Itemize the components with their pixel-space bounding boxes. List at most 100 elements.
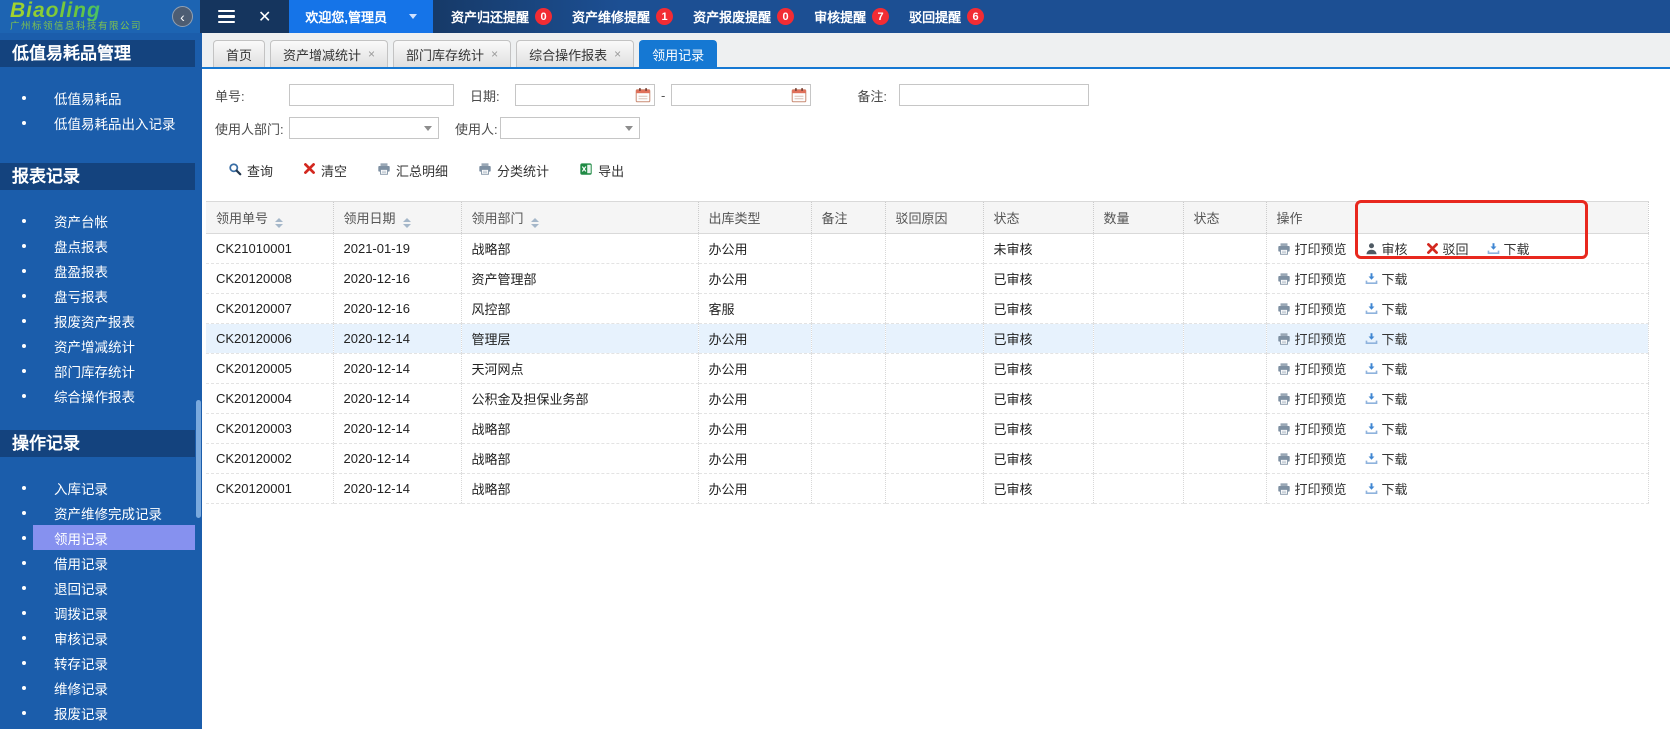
- calendar-icon[interactable]: [791, 87, 807, 103]
- user-input[interactable]: [500, 117, 640, 139]
- download-label: 下载: [1381, 272, 1408, 287]
- sidebar-item[interactable]: 领用记录: [0, 525, 195, 550]
- print-link[interactable]: 打印预览: [1277, 449, 1347, 468]
- download-link[interactable]: 下载: [1365, 269, 1408, 288]
- download-link[interactable]: 下载: [1365, 359, 1408, 378]
- remark-input[interactable]: [899, 84, 1090, 106]
- download-label: 下载: [1381, 362, 1408, 377]
- sort-icon[interactable]: [275, 217, 284, 228]
- category-stats-button[interactable]: 分类统计: [478, 161, 549, 180]
- download-icon: [1365, 482, 1378, 495]
- sort-icon[interactable]: [530, 217, 539, 228]
- clear-button[interactable]: 清空: [303, 161, 347, 180]
- app-window: Biaoling 广州标领信息科技有限公司 ‹ ✕ 欢迎您,管理员 资产归还提醒…: [0, 0, 1670, 729]
- column-header[interactable]: 领用单号: [206, 201, 334, 234]
- close-icon[interactable]: ✕: [258, 7, 271, 27]
- download-link[interactable]: 下载: [1365, 329, 1408, 348]
- sidebar-item[interactable]: 低值易耗品出入记录: [0, 110, 195, 135]
- download-label: 下载: [1381, 482, 1408, 497]
- user-menu-button[interactable]: 欢迎您,管理员: [289, 0, 434, 33]
- notification-item[interactable]: 资产维修提醒 1: [572, 7, 674, 26]
- sidebar-item[interactable]: 维修记录: [0, 675, 195, 700]
- download-link[interactable]: 下载: [1365, 299, 1408, 318]
- sidebar-item[interactable]: 转存记录: [0, 650, 195, 675]
- table-row[interactable]: CK21010001 2021-01-19 战略部 办公用 未审核 打印预览 审核 驳回 下载: [206, 233, 1649, 264]
- sidebar-item[interactable]: 退回记录: [0, 575, 195, 600]
- table-row[interactable]: CK20120003 2020-12-14 战略部 办公用 已审核 打印预览 下载: [206, 413, 1649, 444]
- download-link[interactable]: 下载: [1487, 239, 1530, 258]
- table-row[interactable]: CK20120001 2020-12-14 战略部 办公用 已审核 打印预览 下载: [206, 473, 1649, 504]
- query-button[interactable]: 查询: [228, 161, 273, 180]
- table-row[interactable]: CK20120008 2020-12-16 资产管理部 办公用 已审核 打印预览 下载: [206, 263, 1649, 294]
- download-link[interactable]: 下载: [1365, 419, 1408, 438]
- table-row[interactable]: CK20120005 2020-12-14 天河网点 办公用 已审核 打印预览 下载: [206, 353, 1649, 384]
- sort-icon[interactable]: [402, 217, 411, 228]
- sidebar-item[interactable]: 盘盈报表: [0, 258, 195, 283]
- table-row[interactable]: CK20120004 2020-12-14 公积金及担保业务部 办公用 已审核 打印预览 下…: [206, 383, 1649, 414]
- sidebar-item[interactable]: 综合操作报表: [0, 383, 195, 408]
- download-link[interactable]: 下载: [1365, 449, 1408, 468]
- tab-close-icon[interactable]: ×: [368, 48, 375, 60]
- table-row[interactable]: CK20120006 2020-12-14 管理层 办公用 已审核 打印预览 下载: [206, 323, 1649, 354]
- print-link[interactable]: 打印预览: [1277, 419, 1347, 438]
- sidebar-item[interactable]: 部门库存统计: [0, 358, 195, 383]
- sidebar-item[interactable]: 借用记录: [0, 550, 195, 575]
- print-link[interactable]: 打印预览: [1277, 359, 1347, 378]
- print-label: 打印预览: [1294, 452, 1347, 467]
- notification-item[interactable]: 驳回提醒 6: [909, 7, 985, 26]
- audit-link[interactable]: 审核: [1365, 239, 1408, 258]
- sidebar-item[interactable]: 报废记录: [0, 700, 195, 725]
- sidebar-scrollbar-thumb[interactable]: [196, 400, 201, 518]
- column-header[interactable]: 领用部门: [461, 201, 699, 234]
- tab-close-icon[interactable]: ×: [491, 48, 498, 60]
- print-link[interactable]: 打印预览: [1277, 329, 1347, 348]
- menu-icon[interactable]: [218, 7, 236, 27]
- sidebar-item[interactable]: 盘点报表: [0, 233, 195, 258]
- tab[interactable]: 首页: [213, 40, 266, 67]
- print-link[interactable]: 打印预览: [1277, 389, 1347, 408]
- calendar-icon[interactable]: [635, 87, 651, 103]
- export-button[interactable]: 导出: [579, 161, 624, 180]
- sidebar-collapse-button[interactable]: ‹: [172, 6, 193, 27]
- bullet-icon: [22, 710, 26, 715]
- order-no-input[interactable]: [289, 84, 454, 106]
- date-to-input[interactable]: [671, 84, 812, 106]
- download-label: 下载: [1381, 452, 1408, 467]
- sidebar-item[interactable]: 审核记录: [0, 625, 195, 650]
- sidebar-item[interactable]: 资产维修完成记录: [0, 500, 195, 525]
- table-row[interactable]: CK20120007 2020-12-16 风控部 客服 已审核 打印预览 下载: [206, 293, 1649, 324]
- notification-item[interactable]: 资产报废提醒 0: [693, 7, 795, 26]
- user-combo[interactable]: [500, 117, 640, 139]
- sidebar-item[interactable]: 入库记录: [0, 475, 195, 500]
- column-header-label: 状态: [1193, 211, 1220, 226]
- date-from-input[interactable]: [515, 84, 655, 106]
- row-actions: 打印预览 下载: [1277, 329, 1638, 348]
- download-link[interactable]: 下载: [1365, 389, 1408, 408]
- person-icon: [1365, 242, 1378, 255]
- sidebar-item[interactable]: 低值易耗品: [0, 85, 195, 110]
- summary-detail-button[interactable]: 汇总明细: [377, 161, 448, 180]
- print-link[interactable]: 打印预览: [1277, 299, 1347, 318]
- print-link[interactable]: 打印预览: [1277, 269, 1347, 288]
- table-row[interactable]: CK20120002 2020-12-14 战略部 办公用 已审核 打印预览 下载: [206, 443, 1649, 474]
- notification-item[interactable]: 资产归还提醒 0: [451, 7, 553, 26]
- print-link[interactable]: 打印预览: [1277, 239, 1347, 258]
- user-dept-input[interactable]: [289, 117, 439, 139]
- tab[interactable]: 综合操作报表 ×: [516, 40, 635, 67]
- download-link[interactable]: 下载: [1365, 479, 1408, 498]
- tab[interactable]: 部门库存统计 ×: [393, 40, 512, 67]
- sidebar-item[interactable]: 资产台帐: [0, 208, 195, 233]
- sidebar-item[interactable]: 调拨记录: [0, 600, 195, 625]
- tab-close-icon[interactable]: ×: [614, 48, 621, 60]
- sidebar-item[interactable]: 盘亏报表: [0, 283, 195, 308]
- column-header[interactable]: 领用日期: [333, 201, 462, 234]
- reject-link[interactable]: 驳回: [1426, 239, 1469, 258]
- tab[interactable]: 资产增减统计 ×: [270, 40, 389, 67]
- notification-item[interactable]: 审核提醒 7: [814, 7, 890, 26]
- sidebar-item[interactable]: 报废资产报表: [0, 308, 195, 333]
- sidebar-item[interactable]: 资产增减统计: [0, 333, 195, 358]
- user-dept-combo[interactable]: [289, 117, 439, 139]
- tab[interactable]: 领用记录: [639, 40, 718, 67]
- download-icon: [1487, 242, 1500, 255]
- print-link[interactable]: 打印预览: [1277, 479, 1347, 498]
